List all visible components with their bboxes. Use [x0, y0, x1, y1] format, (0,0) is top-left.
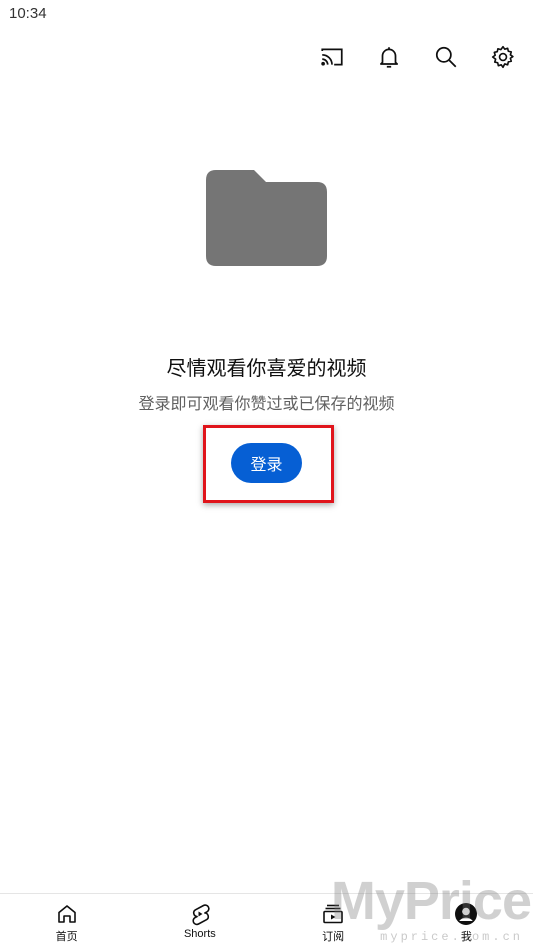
gear-icon — [491, 45, 514, 69]
nav-label-home: 首页 — [55, 931, 78, 943]
watermark-url: myprice.com.cn — [380, 930, 523, 944]
nav-label-shorts: Shorts — [183, 928, 216, 940]
empty-state-subtitle: 登录即可观看你赞过或已保存的视频 — [138, 394, 395, 413]
nav-item-shorts[interactable]: Shorts — [133, 894, 266, 948]
sign-in-button[interactable]: 登录 — [231, 443, 302, 483]
cast-button[interactable] — [316, 41, 348, 73]
nav-item-home[interactable]: 首页 — [0, 894, 133, 948]
search-button[interactable] — [430, 41, 462, 73]
search-icon — [435, 46, 457, 68]
settings-button[interactable] — [487, 41, 519, 73]
notifications-button[interactable] — [373, 41, 405, 73]
account-icon — [455, 903, 478, 925]
status-time: 10:34 — [9, 5, 47, 22]
shorts-icon — [192, 904, 210, 926]
top-action-bar — [316, 40, 519, 74]
home-icon — [57, 905, 76, 923]
nav-label-subscriptions: 订阅 — [322, 931, 345, 943]
cast-icon — [321, 48, 343, 66]
bell-icon — [380, 47, 398, 68]
status-bar: 10:34 — [0, 0, 533, 30]
folder-icon — [206, 170, 327, 266]
empty-state-title: 尽情观看你喜爱的视频 — [166, 356, 367, 380]
subscriptions-icon — [323, 904, 343, 924]
